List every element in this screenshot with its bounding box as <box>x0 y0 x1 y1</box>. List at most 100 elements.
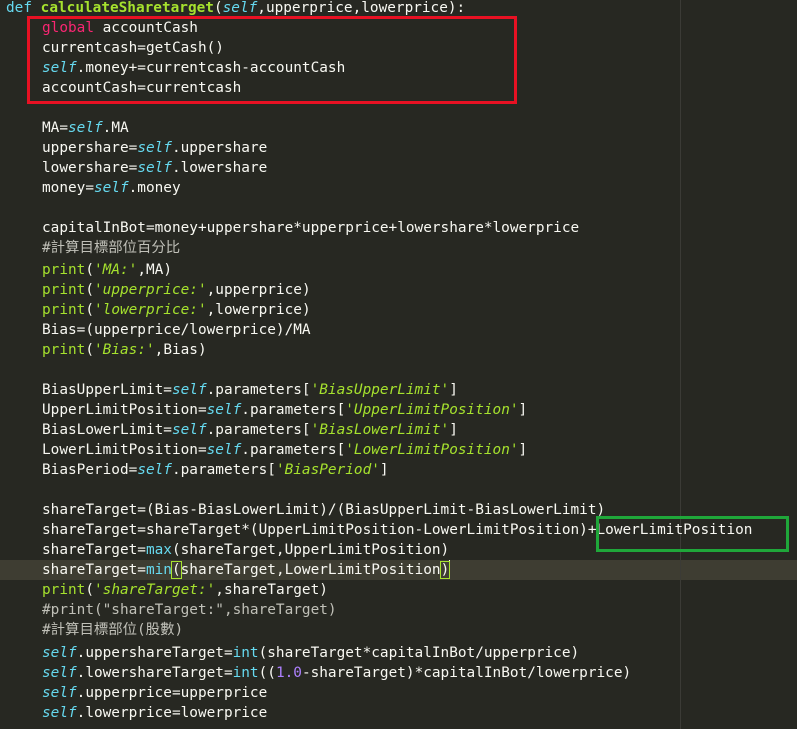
string-literal: 'lowerprice:' <box>94 302 207 318</box>
self-keyword: self <box>137 462 172 478</box>
code-line[interactable]: Bias=(upperprice/lowerprice)/MA <box>0 320 311 340</box>
code-line[interactable]: self.upperprice=upperprice <box>0 683 267 703</box>
code-editor[interactable]: def calculateSharetarget(self,upperprice… <box>0 0 797 729</box>
code-text: .parameters[ <box>206 382 311 398</box>
code-line[interactable]: LowerLimitPosition=self.parameters['Lowe… <box>0 440 527 460</box>
code-text: shareTarget= <box>42 562 146 578</box>
code-line[interactable]: shareTarget=(Bias-BiasLowerLimit)/(BiasU… <box>0 500 605 520</box>
code-line[interactable]: self.lowerprice=lowerprice <box>0 703 267 723</box>
code-text: LowerLimitPosition= <box>42 442 207 458</box>
code-text: ,MA) <box>137 262 172 278</box>
code-text: (shareTarget,UpperLimitPosition) <box>171 542 450 558</box>
code-line[interactable]: uppershare=self.uppershare <box>0 138 267 158</box>
code-line[interactable]: #print("shareTarget:",shareTarget) <box>0 600 337 620</box>
print-function: print <box>42 282 86 298</box>
code-line[interactable]: lowershare=self.lowershare <box>0 158 267 178</box>
code-text: .parameters[ <box>171 462 276 478</box>
code-line[interactable]: self.uppershareTarget=int(shareTarget*ca… <box>0 643 579 663</box>
self-keyword: self <box>137 140 172 156</box>
string-literal: 'Bias:' <box>94 342 155 358</box>
self-keyword: self <box>206 402 242 418</box>
code-line[interactable]: capitalInBot=money+uppershare*upperprice… <box>0 218 579 238</box>
code-text: UpperLimitPosition= <box>42 402 207 418</box>
self-keyword: self <box>42 645 77 661</box>
code-text: capitalInBot=money+uppershare*upperprice… <box>42 220 580 236</box>
code-line[interactable]: MA=self.MA <box>0 118 129 138</box>
matched-bracket-open: ( <box>171 561 182 579</box>
code-comment: #計算目標部位百分比 <box>42 240 181 256</box>
self-keyword: self <box>42 705 77 721</box>
code-text: .lowershareTarget= <box>76 665 233 681</box>
string-literal: 'UpperLimitPosition' <box>345 402 519 418</box>
string-literal: 'shareTarget:' <box>94 582 216 598</box>
code-text: .parameters[ <box>206 422 311 438</box>
code-line[interactable]: shareTarget=max(shareTarget,UpperLimitPo… <box>0 540 449 560</box>
red-annotation-box <box>27 16 517 104</box>
code-text: MA= <box>42 120 68 136</box>
code-comment: #print("shareTarget:",shareTarget) <box>42 602 337 618</box>
code-text: ,Bias) <box>154 342 207 358</box>
string-literal: 'BiasUpperLimit' <box>310 382 450 398</box>
self-keyword: self <box>171 422 207 438</box>
code-line[interactable]: BiasUpperLimit=self.parameters['BiasUppe… <box>0 380 458 400</box>
code-text: BiasUpperLimit= <box>42 382 172 398</box>
code-text: ,upperprice) <box>206 282 311 298</box>
code-text: ] <box>518 442 528 458</box>
self-keyword: self <box>93 180 129 196</box>
code-text: BiasLowerLimit= <box>42 422 172 438</box>
code-line[interactable]: money=self.money <box>0 178 181 198</box>
code-text: (( <box>258 665 276 681</box>
paren: ( <box>213 0 223 16</box>
code-text: shareTarget=(Bias-BiasLowerLimit)/(BiasU… <box>42 502 606 518</box>
print-function: print <box>42 262 86 278</box>
green-annotation-box <box>596 516 789 552</box>
code-text: .lowershare <box>171 160 268 176</box>
string-literal: 'LowerLimitPosition' <box>345 442 519 458</box>
text-cursor <box>449 560 451 577</box>
code-line[interactable]: print('lowerprice:',lowerprice) <box>0 300 311 320</box>
code-line[interactable]: #計算目標部位百分比 <box>0 238 180 258</box>
function-name: calculateSharetarget <box>40 0 214 16</box>
code-text: .parameters[ <box>241 442 346 458</box>
code-text: .parameters[ <box>241 402 346 418</box>
code-line[interactable]: #計算目標部位(股數) <box>0 620 183 640</box>
self-keyword: self <box>42 665 77 681</box>
builtin-function: min <box>145 562 172 578</box>
code-line-current[interactable]: shareTarget=min(shareTarget,LowerLimitPo… <box>0 560 451 580</box>
code-line[interactable]: self.lowershareTarget=int((1.0-shareTarg… <box>0 663 631 683</box>
code-text: Bias=(upperprice/lowerprice)/MA <box>42 322 311 338</box>
string-literal: 'BiasLowerLimit' <box>310 422 450 438</box>
self-keyword: self <box>171 382 207 398</box>
code-text: .money <box>128 180 181 196</box>
print-function: print <box>42 302 86 318</box>
self-keyword: self <box>206 442 242 458</box>
code-comment: #計算目標部位(股數) <box>42 622 184 638</box>
code-text: ] <box>449 382 458 398</box>
code-text: lowershare= <box>42 160 138 176</box>
code-text: BiasPeriod= <box>42 462 138 478</box>
code-line[interactable]: print('upperprice:',upperprice) <box>0 280 311 300</box>
code-line[interactable]: print('shareTarget:',shareTarget) <box>0 580 328 600</box>
code-line[interactable]: BiasLowerLimit=self.parameters['BiasLowe… <box>0 420 458 440</box>
code-text: .upperprice=upperprice <box>76 685 268 701</box>
matched-bracket-close: ) <box>439 561 451 579</box>
code-text: .MA <box>102 120 129 136</box>
code-line[interactable]: print('Bias:',Bias) <box>0 340 207 360</box>
code-text: ,lowerprice) <box>206 302 311 318</box>
string-literal: 'upperprice:' <box>94 282 207 298</box>
builtin-function: int <box>232 645 259 661</box>
builtin-function: int <box>232 665 259 681</box>
number-literal: 1.0 <box>275 665 302 681</box>
self-keyword: self <box>137 160 172 176</box>
code-text: -shareTarget)*capitalInBot/lowerprice) <box>301 665 632 681</box>
self-keyword: self <box>42 685 77 701</box>
code-line[interactable]: UpperLimitPosition=self.parameters['Uppe… <box>0 400 527 420</box>
code-text: shareTarget= <box>42 542 146 558</box>
code-line[interactable]: BiasPeriod=self.parameters['BiasPeriod'] <box>0 460 389 480</box>
print-function: print <box>42 582 86 598</box>
code-text: .uppershareTarget= <box>76 645 233 661</box>
code-line[interactable]: print('MA:',MA) <box>0 260 172 280</box>
code-text: .uppershare <box>171 140 268 156</box>
def-keyword: def <box>6 0 32 16</box>
code-text: ,shareTarget) <box>215 582 328 598</box>
